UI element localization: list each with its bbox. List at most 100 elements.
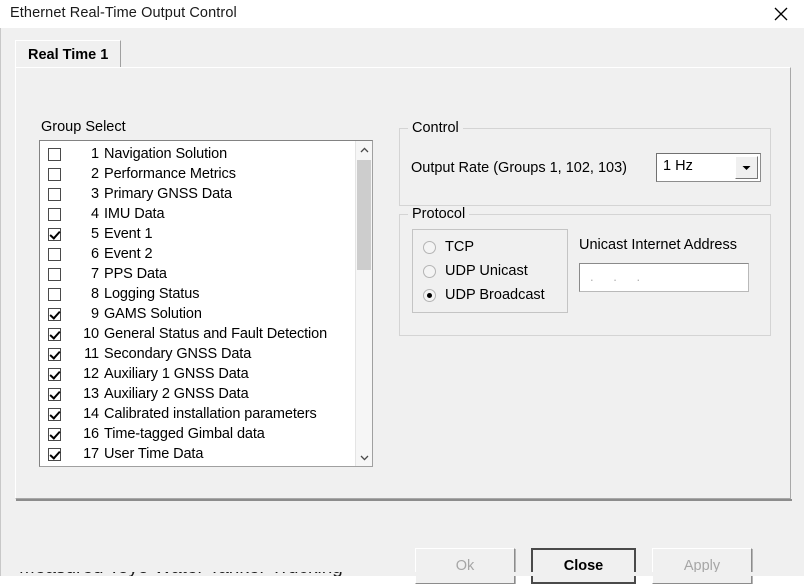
group-list-item[interactable]: 5 Event 1 xyxy=(40,224,354,244)
group-name: Time-tagged Gimbal data xyxy=(104,426,265,442)
group-list-item[interactable]: 8 Logging Status xyxy=(40,284,354,304)
group-number: 13 xyxy=(83,386,99,402)
group-list-item[interactable]: 10 General Status and Fault Detection xyxy=(40,324,354,344)
group-number: 3 xyxy=(91,186,99,202)
group-list-item-label: 14 Calibrated installation parameters xyxy=(77,406,317,422)
group-list-item[interactable]: 9 GAMS Solution xyxy=(40,304,354,324)
checkbox-unchecked-icon[interactable] xyxy=(48,287,61,301)
group-number: 11 xyxy=(84,346,99,362)
output-rate-label: Output Rate (Groups 1, 102, 103) xyxy=(411,160,628,176)
group-list-item[interactable]: 13 Auxiliary 2 GNSS Data xyxy=(40,384,354,404)
group-list-item-label: 6 Event 2 xyxy=(77,246,153,262)
control-groupbox-title: Control xyxy=(408,120,463,136)
group-list-item[interactable]: 2 Performance Metrics xyxy=(40,164,354,184)
group-name: Calibrated installation parameters xyxy=(104,406,317,422)
checkbox-checked-icon[interactable] xyxy=(48,347,61,361)
group-name: Secondary GNSS Data xyxy=(104,346,252,362)
checkbox-unchecked-icon[interactable] xyxy=(48,147,61,161)
group-select-label: Group Select xyxy=(41,119,126,135)
checkbox-unchecked-icon[interactable] xyxy=(48,167,61,181)
chevron-up-icon[interactable] xyxy=(356,141,372,158)
group-list-item-label: 10 General Status and Fault Detection xyxy=(77,326,327,342)
group-list-item[interactable]: 4 IMU Data xyxy=(40,204,354,224)
group-list-item[interactable]: 3 Primary GNSS Data xyxy=(40,184,354,204)
radio-label: TCP xyxy=(445,239,474,255)
group-number: 12 xyxy=(83,366,99,382)
checkbox-checked-icon[interactable] xyxy=(48,227,61,241)
title-bar: Ethernet Real-Time Output Control xyxy=(0,0,804,28)
group-list-item[interactable]: 11 Secondary GNSS Data xyxy=(40,344,354,364)
group-list-item[interactable]: 1 Navigation Solution xyxy=(40,144,354,164)
radio-label: UDP Broadcast xyxy=(445,287,545,303)
checkbox-checked-icon[interactable] xyxy=(48,327,61,341)
group-select-list-items: 1 Navigation Solution 2 Performance Metrics… xyxy=(40,144,354,462)
tab-real-time-1[interactable]: Real Time 1 xyxy=(15,40,122,68)
group-name: General Status and Fault Detection xyxy=(104,326,328,342)
group-list-item[interactable]: 7 PPS Data xyxy=(40,264,354,284)
close-icon[interactable] xyxy=(758,0,804,28)
protocol-groupbox-title: Protocol xyxy=(408,206,470,222)
radio-udp-broadcast[interactable]: UDP Broadcast xyxy=(423,284,545,306)
group-number: 2 xyxy=(91,166,99,182)
group-name: Primary GNSS Data xyxy=(104,186,233,202)
unicast-internet-address-input[interactable]: . . . xyxy=(579,263,749,292)
group-list-item-label: 5 Event 1 xyxy=(77,226,153,242)
checkbox-checked-icon[interactable] xyxy=(48,427,61,441)
chevron-down-icon[interactable] xyxy=(356,449,372,466)
group-number: 10 xyxy=(83,326,99,342)
group-number: 16 xyxy=(83,426,99,442)
group-name: GAMS Solution xyxy=(104,306,202,322)
group-list-item-label: 3 Primary GNSS Data xyxy=(77,186,232,202)
group-name: Event 1 xyxy=(104,226,153,242)
output-rate-select[interactable]: 1 Hz xyxy=(656,153,761,182)
checkbox-checked-icon[interactable] xyxy=(48,387,61,401)
close-button[interactable]: Close xyxy=(531,548,636,584)
unicast-address-value: . . . xyxy=(590,269,649,284)
group-name: Auxiliary 1 GNSS Data xyxy=(104,366,249,382)
group-list-item-label: 8 Logging Status xyxy=(77,286,199,302)
ethernet-realtime-output-control-window: Ethernet Real-Time Output Control Real T… xyxy=(0,0,804,584)
radio-tcp[interactable]: TCP xyxy=(423,236,474,258)
group-name: Auxiliary 2 GNSS Data xyxy=(104,386,249,402)
group-list-item[interactable]: 16 Time-tagged Gimbal data xyxy=(40,424,354,444)
checkbox-checked-icon[interactable] xyxy=(48,307,61,321)
group-number: 9 xyxy=(91,306,99,322)
chevron-down-icon[interactable] xyxy=(735,156,758,179)
group-number: 14 xyxy=(83,406,99,422)
group-name: Logging Status xyxy=(104,286,200,302)
checkbox-unchecked-icon[interactable] xyxy=(48,247,61,261)
group-list-item-label: 1 Navigation Solution xyxy=(77,146,227,162)
apply-button[interactable]: Apply xyxy=(652,548,752,584)
group-list-item[interactable]: 6 Event 2 xyxy=(40,244,354,264)
checkbox-checked-icon[interactable] xyxy=(48,407,61,421)
group-list-item-label: 16 Time-tagged Gimbal data xyxy=(77,426,265,442)
checkbox-unchecked-icon[interactable] xyxy=(48,267,61,281)
group-list-scrollbar[interactable] xyxy=(355,141,372,466)
checkbox-checked-icon[interactable] xyxy=(48,447,61,461)
group-number: 8 xyxy=(91,286,99,302)
group-select-list[interactable]: 1 Navigation Solution 2 Performance Metrics… xyxy=(39,140,373,467)
checkbox-unchecked-icon[interactable] xyxy=(48,187,61,201)
checkbox-unchecked-icon[interactable] xyxy=(48,207,61,221)
group-list-item-label: 7 PPS Data xyxy=(77,266,167,282)
group-list-item[interactable]: 17 User Time Data xyxy=(40,444,354,462)
protocol-radio-group: TCP UDP Unicast UDP Broadcast xyxy=(412,229,568,313)
ok-button[interactable]: Ok xyxy=(415,548,515,584)
scrollbar-thumb[interactable] xyxy=(357,160,371,270)
group-list-item[interactable]: 12 Auxiliary 1 GNSS Data xyxy=(40,364,354,384)
dialog-client-area: Real Time 1 Group Select 1 Navigation Sol… xyxy=(0,28,804,584)
group-number: 7 xyxy=(91,266,99,282)
radio-udp-unicast[interactable]: UDP Unicast xyxy=(423,260,528,282)
group-list-item-label: 9 GAMS Solution xyxy=(77,306,202,322)
group-number: 1 xyxy=(91,146,99,162)
radio-label: UDP Unicast xyxy=(445,263,528,279)
group-list-item-label: 13 Auxiliary 2 GNSS Data xyxy=(77,386,249,402)
group-list-item[interactable]: 14 Calibrated installation parameters xyxy=(40,404,354,424)
checkbox-checked-icon[interactable] xyxy=(48,367,61,381)
background-window-bleed: Measured Toyo Water Tanker Trucking xyxy=(1,572,804,576)
output-rate-value: 1 Hz xyxy=(663,158,693,174)
group-list-item-label: 4 IMU Data xyxy=(77,206,165,222)
group-number: 17 xyxy=(83,446,99,462)
radio-indicator xyxy=(423,264,436,278)
group-name: User Time Data xyxy=(104,446,204,462)
